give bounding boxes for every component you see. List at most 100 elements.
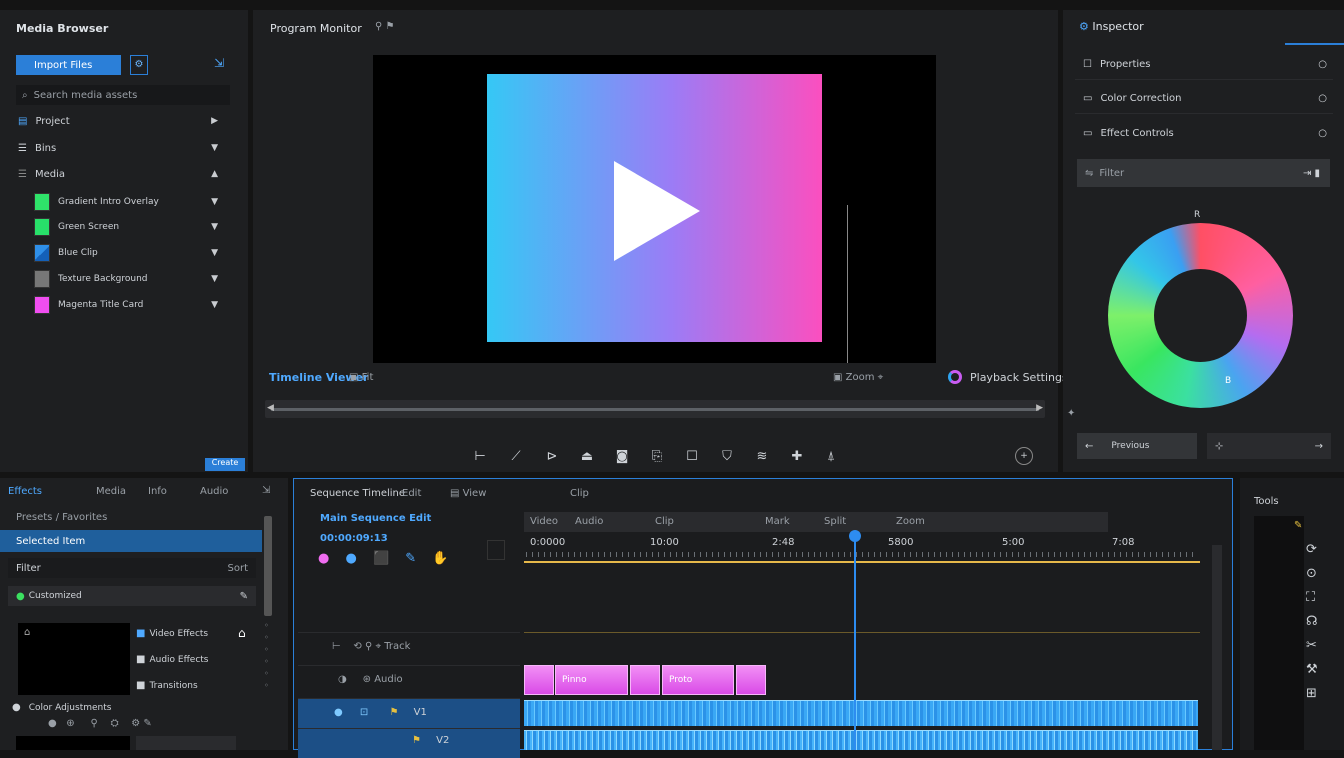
audio-wave-icon[interactable]: ≋ bbox=[753, 447, 771, 465]
play-icon[interactable] bbox=[614, 161, 700, 261]
zoom-control[interactable]: ▣ Zoom ⌖ bbox=[833, 372, 883, 383]
clip-pink[interactable] bbox=[736, 665, 766, 695]
search-input[interactable]: ⌕ Search media assets bbox=[16, 85, 230, 105]
video-canvas[interactable] bbox=[373, 55, 936, 363]
blue-dot-icon: ● bbox=[345, 551, 357, 566]
previous-button[interactable]: ← Previous bbox=[1077, 433, 1197, 459]
mark-in-icon[interactable]: ⊢ bbox=[471, 447, 489, 465]
ruler-tick bbox=[838, 552, 839, 557]
track-controls[interactable]: ⊢ ⟲ ⚲ ⌖ Track bbox=[332, 641, 410, 652]
playhead[interactable] bbox=[854, 532, 856, 750]
ruler-tick bbox=[982, 552, 983, 557]
timeline-menu-edit[interactable]: Edit bbox=[402, 488, 421, 499]
ruler-tick bbox=[1072, 552, 1073, 557]
media-item[interactable]: Green Screen ▼ bbox=[8, 215, 232, 239]
fit-dropdown[interactable]: ▣ Fit bbox=[349, 372, 373, 383]
clip-blue-audio[interactable] bbox=[524, 730, 1198, 750]
create-button[interactable]: Create bbox=[205, 458, 245, 471]
tab-effects[interactable]: Effects bbox=[8, 486, 42, 497]
inspector-item[interactable]: ▭ Color Correction ○ bbox=[1075, 84, 1333, 114]
timeline-scrollbar[interactable] bbox=[1212, 545, 1222, 750]
panel-menu-icon[interactable]: ⚲ ⚑ bbox=[375, 21, 394, 32]
scrollbar[interactable] bbox=[264, 516, 272, 616]
track-header: ● ⊡ ⚑ V1 bbox=[298, 698, 520, 728]
filter-row[interactable]: Filter Sort bbox=[8, 558, 256, 578]
clip-pink[interactable]: Pinno bbox=[555, 665, 628, 695]
bell-icon[interactable]: ⍋ bbox=[822, 447, 840, 465]
search-input[interactable]: ● Customized ✎ bbox=[8, 586, 256, 606]
clip-pink[interactable] bbox=[630, 665, 660, 695]
chevron-down-icon: ▼ bbox=[211, 300, 218, 310]
track-controls[interactable]: ● ⊡ ⚑ V1 bbox=[334, 707, 427, 718]
scrub-bar[interactable]: ◀ ▶ bbox=[265, 400, 1045, 418]
media-item[interactable]: Blue Clip ▼ bbox=[8, 241, 232, 265]
import-button[interactable]: Import Files bbox=[16, 55, 121, 75]
ruler-tick bbox=[1144, 552, 1145, 557]
preview-item[interactable]: ■ Transitions bbox=[136, 680, 198, 691]
razor-icon[interactable]: ⟋ bbox=[507, 447, 525, 465]
home-icon[interactable]: ⌂ bbox=[238, 626, 246, 640]
clip-pink[interactable]: Proto bbox=[662, 665, 734, 695]
safe-margins-icon[interactable]: ☐ bbox=[683, 447, 701, 465]
checkbox-icon[interactable]: ☐ bbox=[1083, 59, 1092, 70]
track-tools[interactable]: ● ● ⬛ ✎ ✋ bbox=[318, 551, 449, 566]
collapse-icon[interactable]: ⇲ bbox=[214, 56, 224, 70]
radio-icon[interactable]: ○ bbox=[1318, 128, 1327, 139]
ruler-tick bbox=[712, 552, 713, 557]
media-item[interactable]: Gradient Intro Overlay ▼ bbox=[8, 190, 232, 214]
preview-item[interactable]: ■ Audio Effects bbox=[136, 654, 209, 665]
track-controls[interactable]: ⚑ V2 bbox=[368, 735, 449, 746]
checkbox-icon[interactable]: ■ bbox=[136, 628, 145, 639]
ruler-label: 10:00 bbox=[650, 537, 679, 548]
radio-icon[interactable]: ○ bbox=[1318, 93, 1327, 104]
import-options-button[interactable]: ⚙ bbox=[130, 55, 148, 75]
track-header: ⚑ V2 bbox=[298, 728, 520, 758]
next-control[interactable]: ⊹ → bbox=[1207, 433, 1331, 459]
edit-icon[interactable]: ✎ bbox=[240, 591, 248, 602]
ruler-label: 5800 bbox=[888, 537, 914, 548]
checkbox-icon[interactable]: ■ bbox=[136, 680, 145, 691]
mark-out-icon[interactable]: ⊳ bbox=[543, 447, 561, 465]
settings-circle-icon[interactable]: + bbox=[1015, 447, 1033, 465]
ruler-tick bbox=[670, 552, 671, 557]
sidebar-item-project[interactable]: ▤ Project ▶ bbox=[8, 109, 232, 133]
clip-pink[interactable] bbox=[524, 665, 554, 695]
preview-item[interactable]: ■ Video Effects bbox=[136, 628, 208, 639]
dock-tools[interactable]: ⟳ ⊙ ⛶ ☊ ✂ ⚒ ⊞ bbox=[1306, 538, 1318, 706]
toggle-icon[interactable]: ⇥ ▮ bbox=[1303, 168, 1320, 179]
inspector-item[interactable]: ▭ Effect Controls ○ bbox=[1075, 118, 1333, 148]
media-item[interactable]: Magenta Title Card ▼ bbox=[8, 293, 232, 317]
inspector-item[interactable]: ☐ Properties ○ bbox=[1075, 50, 1333, 80]
program-monitor-panel: Program Monitor ⚲ ⚑ Timeline Viewer ▣ Fi… bbox=[253, 10, 1068, 472]
color-wheel[interactable] bbox=[1108, 223, 1293, 408]
selected-item[interactable]: Selected Item bbox=[0, 530, 262, 552]
shield-icon[interactable]: ⛉ bbox=[718, 447, 736, 465]
tab-audio[interactable]: Audio bbox=[200, 486, 228, 497]
media-item[interactable]: Texture Background ▼ bbox=[8, 267, 232, 291]
pin-icon[interactable]: ✎ bbox=[1294, 520, 1302, 531]
checkbox-icon[interactable]: ■ bbox=[136, 654, 145, 665]
playback-settings[interactable]: Playback Settings bbox=[948, 370, 1068, 384]
radio-icon[interactable]: ○ bbox=[1318, 59, 1327, 70]
timeline-menu-view[interactable]: ▤ View bbox=[450, 488, 486, 499]
footer-controls[interactable]: ● ⊕ ⚲ ⛭ ⚙ ✎ bbox=[48, 718, 152, 729]
ruler-tick bbox=[1066, 552, 1067, 557]
collapse-icon[interactable]: ⇲ bbox=[262, 485, 270, 496]
clip-blue-audio[interactable] bbox=[524, 700, 1198, 726]
timeline-menu-clip[interactable]: Clip bbox=[570, 488, 589, 499]
extract-icon[interactable]: ◙ bbox=[613, 447, 631, 465]
sidebar-item-bins[interactable]: ☰ Bins ▼ bbox=[8, 136, 232, 160]
export-frame-icon[interactable]: ⎘ bbox=[648, 447, 666, 465]
tab-info[interactable]: Info bbox=[148, 486, 167, 497]
preview-thumbnail[interactable]: ⌂ bbox=[18, 623, 130, 695]
footer-label: ● Color Adjustments bbox=[12, 702, 112, 713]
insert-icon[interactable]: ✚ bbox=[788, 447, 806, 465]
sidebar-item-media[interactable]: ☰ Media ▲ bbox=[8, 162, 232, 186]
dock-title: Tools bbox=[1254, 496, 1279, 507]
track-controls[interactable]: ◑ ⊛ Audio bbox=[338, 674, 403, 685]
filter-input[interactable]: ⇋ Filter ⇥ ▮ bbox=[1077, 159, 1330, 187]
lift-icon[interactable]: ⏏ bbox=[578, 447, 596, 465]
playhead-handle[interactable] bbox=[849, 530, 861, 542]
tab-media[interactable]: Media bbox=[96, 486, 126, 497]
ruler-tick bbox=[1126, 552, 1127, 557]
